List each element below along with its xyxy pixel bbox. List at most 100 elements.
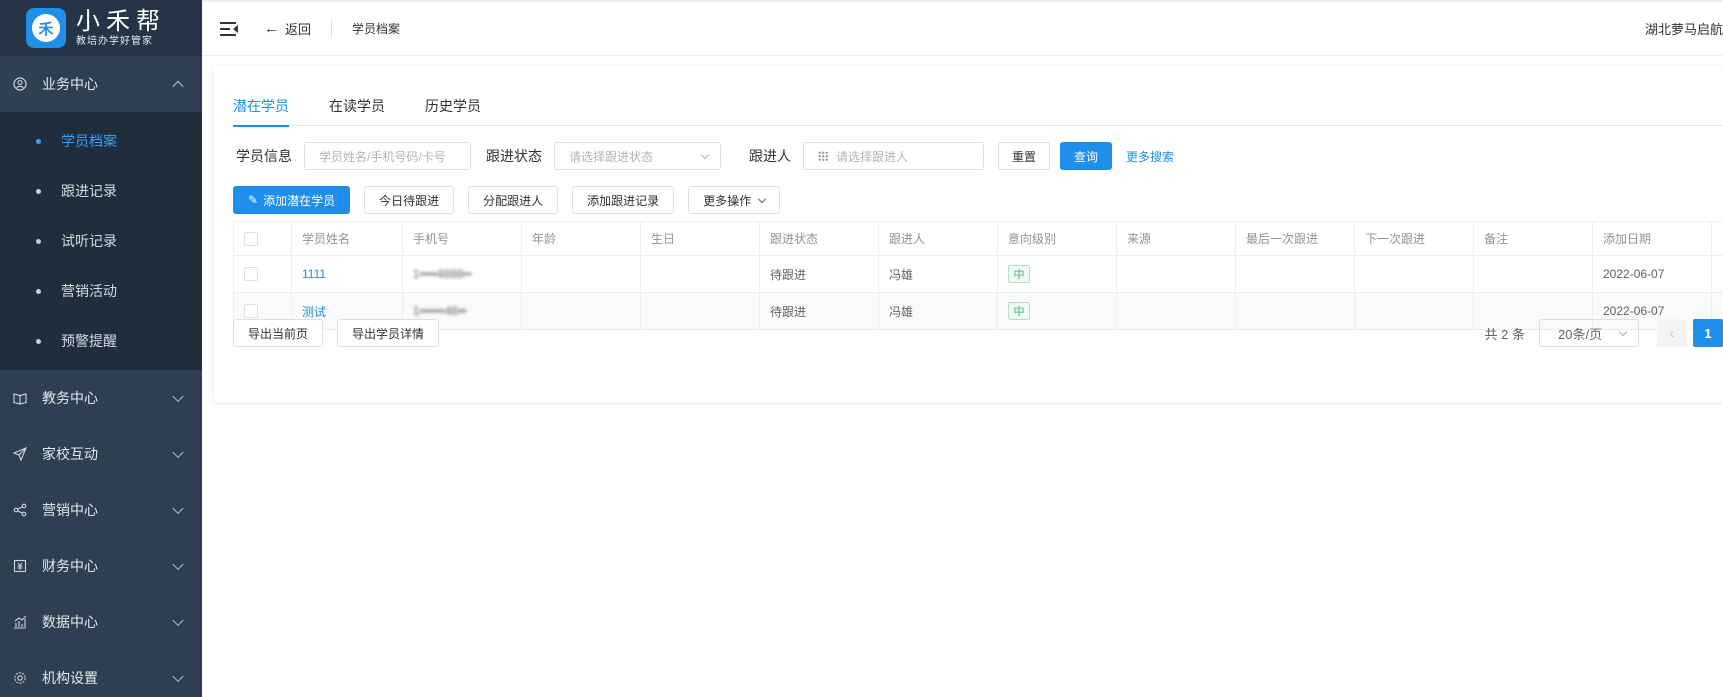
menu-group-finance[interactable]: 财务中心 <box>0 538 202 594</box>
row-checkbox[interactable] <box>244 267 258 281</box>
tab-potential-students[interactable]: 潜在学员 <box>233 94 289 127</box>
header-checkbox-cell <box>234 222 292 255</box>
sidebar-item-student-archive[interactable]: 学员档案 <box>0 116 202 166</box>
menu-group-academic[interactable]: 教务中心 <box>0 370 202 426</box>
chevron-down-icon <box>700 150 710 160</box>
placeholder: 请选择跟进人 <box>836 149 909 164</box>
edit-icon: ✎ <box>248 193 259 207</box>
column-header: 年龄 <box>522 222 641 255</box>
added-date-cell: 2022-06-07 <box>1593 256 1712 292</box>
bullet-icon <box>36 188 41 194</box>
follow-status-select[interactable]: 请选择跟进状态 <box>554 142 721 170</box>
chevron-down-icon <box>172 614 184 627</box>
chevron-down-icon <box>172 502 184 515</box>
table-row[interactable]: 1111 1••••4888•• 待跟进 冯雄 中 2022-06-07 <box>234 256 1723 293</box>
follow-status-label: 跟进状态 <box>486 148 542 164</box>
menu-group-label: 教务中心 <box>42 390 98 406</box>
menu-group-marketing[interactable]: 营销中心 <box>0 482 202 538</box>
sidebar: 禾 小禾帮 教培办学好管家 业务中心 学员档案 跟进记录 试听记录 营销活动 预… <box>0 0 202 697</box>
column-header: 来源 <box>1117 222 1236 255</box>
prev-page-button[interactable]: ‹ <box>1657 319 1687 347</box>
menu-group-home-school[interactable]: 家校互动 <box>0 426 202 482</box>
more-search-link[interactable]: 更多搜索 <box>1126 148 1174 165</box>
student-search-input[interactable]: 学员姓名/手机号码/卡号 <box>304 142 471 170</box>
intent-level-tag: 中 <box>1008 265 1030 283</box>
menu-group-label: 机构设置 <box>42 670 98 686</box>
query-button[interactable]: 查询 <box>1060 142 1112 170</box>
sidebar-item-label: 学员档案 <box>61 133 117 149</box>
logo: 禾 小禾帮 教培办学好管家 <box>0 0 202 56</box>
chevron-down-icon <box>1618 327 1628 337</box>
logo-subtitle: 教培办学好管家 <box>76 35 153 47</box>
menu-group-data[interactable]: 数据中心 <box>0 594 202 650</box>
sidebar-item-alerts[interactable]: 预警提醒 <box>0 316 202 366</box>
tab-current-students[interactable]: 在读学员 <box>329 94 385 126</box>
export-current-page-button[interactable]: 导出当前页 <box>233 319 324 347</box>
chevron-down-icon <box>757 194 767 203</box>
sidebar-item-label: 营销活动 <box>61 283 117 299</box>
placeholder: 学员姓名/手机号码/卡号 <box>319 149 446 164</box>
tab-history-students[interactable]: 历史学员 <box>425 94 481 126</box>
follower-select[interactable]: 请选择跟进人 <box>803 142 984 170</box>
placeholder: 请选择跟进状态 <box>569 149 654 164</box>
follower-cell: 冯雄 <box>879 256 998 292</box>
student-name-link[interactable]: 1111 <box>302 267 326 281</box>
logo-title: 小禾帮 <box>76 7 166 35</box>
sidebar-item-trial-records[interactable]: 试听记录 <box>0 216 202 266</box>
column-header: 添加日期 <box>1593 222 1712 255</box>
arrow-left-icon: ← <box>264 20 279 37</box>
student-info-label: 学员信息 <box>236 148 292 164</box>
more-operations-button[interactable]: 更多操作 <box>688 186 781 214</box>
button-label: 更多操作 <box>703 193 752 208</box>
chevron-down-icon <box>172 558 184 571</box>
reset-button[interactable]: 重置 <box>998 142 1050 170</box>
bullet-icon <box>36 238 41 244</box>
page-size-value: 20条/页 <box>1558 326 1603 342</box>
follow-status-cell: 待跟进 <box>760 256 879 292</box>
add-follow-record-button[interactable]: 添加跟进记录 <box>572 186 675 214</box>
sidebar-item-follow-records[interactable]: 跟进记录 <box>0 166 202 216</box>
today-follow-button[interactable]: 今日待跟进 <box>364 186 455 214</box>
table-header: 学员姓名 手机号 年龄 生日 跟进状态 跟进人 意向级别 来源 最后一次跟进 下… <box>234 222 1723 256</box>
phone-value: 1••••••46•• <box>413 304 467 318</box>
column-header: 跟进人 <box>879 222 998 255</box>
note-cell <box>1474 256 1593 292</box>
page-number-current[interactable]: 1 <box>1693 319 1723 347</box>
total-count: 共 2 条 <box>1484 326 1525 342</box>
row-checkbox[interactable] <box>244 304 258 318</box>
add-potential-student-button[interactable]: ✎ 添加潜在学员 <box>233 186 351 214</box>
column-header: 意向级别 <box>998 222 1117 255</box>
paper-plane-icon <box>12 446 28 462</box>
sidebar-item-label: 试听记录 <box>61 233 117 249</box>
intent-level-tag: 中 <box>1008 302 1030 320</box>
student-table: 学员姓名 手机号 年龄 生日 跟进状态 跟进人 意向级别 来源 最后一次跟进 下… <box>233 221 1723 330</box>
top-header: ← 返回 学员档案 湖北萝马启航 <box>202 0 1723 56</box>
export-student-detail-button[interactable]: 导出学员详情 <box>337 319 440 347</box>
bullet-icon <box>36 138 41 144</box>
grid-icon <box>818 151 828 161</box>
user-circle-icon <box>12 76 28 92</box>
submenu-business: 学员档案 跟进记录 试听记录 营销活动 预警提醒 <box>0 112 202 370</box>
menu-group-business[interactable]: 业务中心 <box>0 56 202 112</box>
finance-icon <box>12 558 28 574</box>
bullet-icon <box>36 288 41 294</box>
button-label: 添加潜在学员 <box>263 193 336 208</box>
chevron-down-icon <box>172 390 184 403</box>
main-card: 潜在学员 在读学员 历史学员 学员信息 学员姓名/手机号码/卡号 跟进状态 请选… <box>214 66 1723 402</box>
assign-follower-button[interactable]: 分配跟进人 <box>468 186 559 214</box>
page-size-select[interactable]: 20条/页 <box>1539 319 1639 347</box>
menu-group-settings[interactable]: 机构设置 <box>0 650 202 697</box>
back-button[interactable]: ← 返回 <box>264 19 311 38</box>
student-tabs: 潜在学员 在读学员 历史学员 <box>233 94 1723 127</box>
collapse-menu-icon[interactable] <box>220 21 238 36</box>
sidebar-item-marketing-activities[interactable]: 营销活动 <box>0 266 202 316</box>
divider <box>331 19 333 38</box>
student-name-link[interactable]: 测试 <box>302 303 326 320</box>
age-cell <box>522 256 641 292</box>
organization-name[interactable]: 湖北萝马启航 <box>1645 19 1723 38</box>
share-icon <box>12 502 28 518</box>
column-header: 跟进状态 <box>760 222 879 255</box>
last-follow-cell <box>1236 256 1355 292</box>
select-all-checkbox[interactable] <box>244 231 258 246</box>
row-checkbox-cell <box>234 256 292 292</box>
